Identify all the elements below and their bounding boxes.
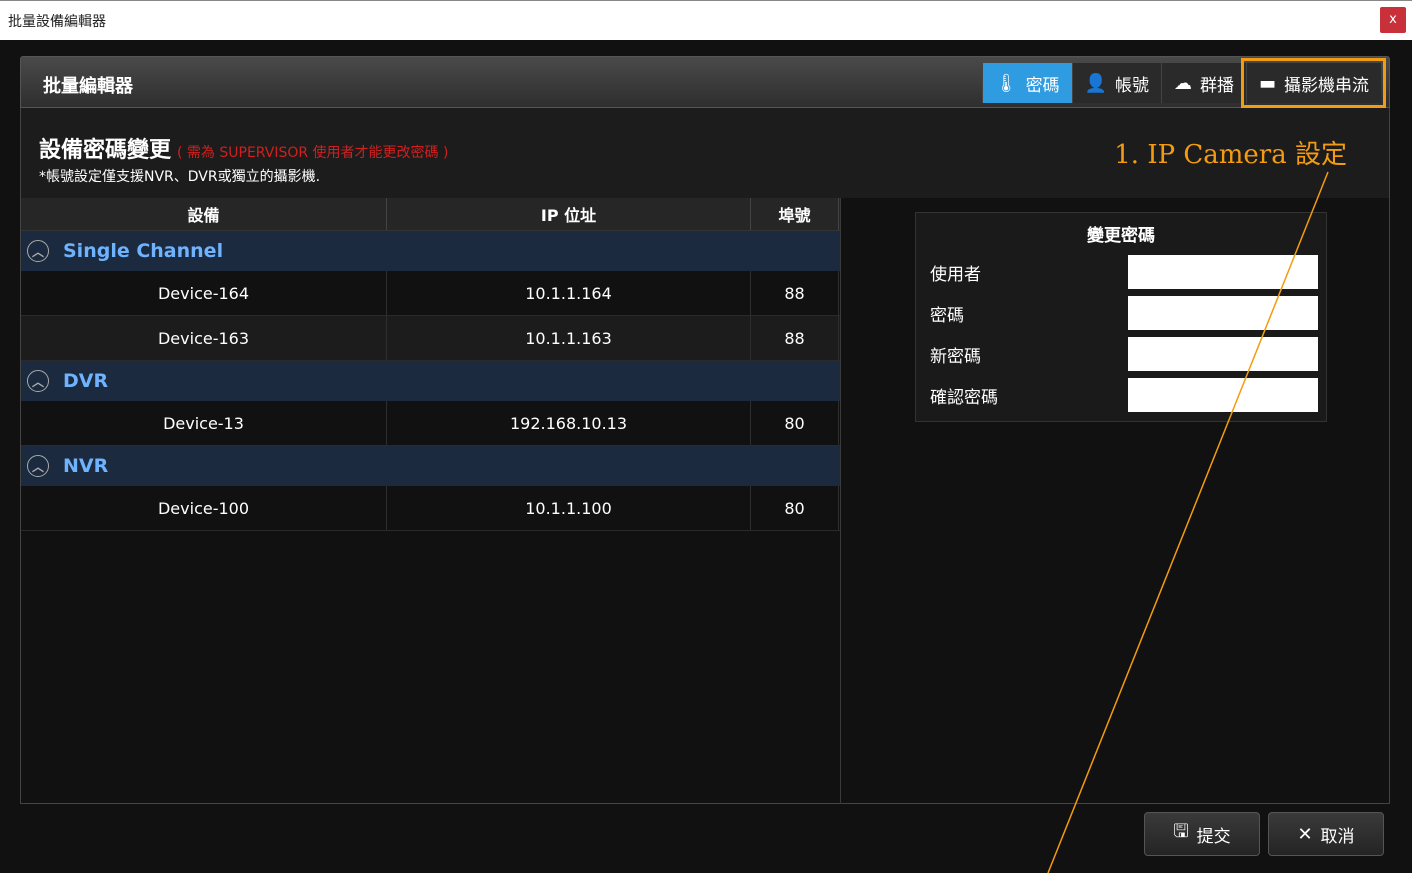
form-row-password: 密碼 bbox=[930, 296, 1320, 330]
device-cell: Device-100 bbox=[21, 486, 387, 530]
group-label: NVR bbox=[63, 455, 109, 477]
new-password-input[interactable] bbox=[1128, 337, 1318, 371]
ip-cell: 192.168.10.13 bbox=[387, 401, 751, 445]
close-icon: ✕ bbox=[1297, 823, 1313, 845]
form-row-username: 使用者 bbox=[930, 255, 1320, 289]
collapse-icon[interactable]: ︿ bbox=[27, 240, 49, 262]
tab-label: 密碼 bbox=[1025, 75, 1060, 96]
submit-label: 提交 bbox=[1196, 826, 1231, 847]
password-input[interactable] bbox=[1128, 296, 1318, 330]
panel-title: 批量編輯器 bbox=[43, 76, 133, 97]
camera-stream-icon: ▬ bbox=[1258, 72, 1276, 94]
thermometer-icon: 🌡 bbox=[994, 72, 1018, 94]
user-icon: 👤 bbox=[1084, 72, 1107, 94]
form-row-confirm-password: 確認密碼 bbox=[930, 378, 1320, 412]
tab-bar: 🌡 密碼 👤 帳號 ☁ 群播 ▬ 攝影機串流 bbox=[981, 58, 1387, 108]
section-heading: 設備密碼變更 ( 需為 SUPERVISOR 使用者才能更改密碼 ) bbox=[39, 132, 448, 164]
tab-label: 攝影機串流 bbox=[1284, 75, 1369, 96]
column-port[interactable]: 埠號 bbox=[751, 198, 839, 230]
section-header: 設備密碼變更 ( 需為 SUPERVISOR 使用者才能更改密碼 ) *帳號設定僅… bbox=[20, 108, 1390, 198]
column-ip[interactable]: IP 位址 bbox=[387, 198, 751, 230]
group-label: DVR bbox=[63, 370, 109, 392]
new-password-label: 新密碼 bbox=[930, 346, 981, 367]
change-password-form: 變更密碼 使用者 密碼 新密碼 確認密碼 bbox=[915, 212, 1327, 422]
section-title: 設備密碼變更 bbox=[39, 138, 172, 163]
tab-multicast[interactable]: ☁ 群播 bbox=[1160, 63, 1246, 103]
window-title: 批量設備編輯器 bbox=[8, 14, 106, 30]
editor-window: 批量編輯器 🌡 密碼 👤 帳號 ☁ 群播 ▬ 攝影機串流 設備密碼變更 ( 需為 … bbox=[0, 40, 1412, 873]
submit-button[interactable]: 🖫 提交 bbox=[1144, 812, 1260, 856]
confirm-password-input[interactable] bbox=[1128, 378, 1318, 412]
device-table: 設備 IP 位址 埠號 ︿ Single Channel Device-164 … bbox=[21, 198, 841, 804]
port-cell: 88 bbox=[751, 316, 839, 360]
port-cell: 80 bbox=[751, 401, 839, 445]
table-row[interactable]: Device-13 192.168.10.13 80 bbox=[21, 401, 840, 446]
device-cell: Device-163 bbox=[21, 316, 387, 360]
device-cell: Device-164 bbox=[21, 271, 387, 315]
table-row[interactable]: Device-100 10.1.1.100 80 bbox=[21, 486, 840, 531]
content-area: 設備 IP 位址 埠號 ︿ Single Channel Device-164 … bbox=[20, 198, 1390, 804]
supervisor-warning: ( 需為 SUPERVISOR 使用者才能更改密碼 ) bbox=[177, 145, 449, 161]
password-label: 密碼 bbox=[930, 305, 964, 326]
group-single-channel[interactable]: ︿ Single Channel bbox=[21, 231, 840, 271]
table-header: 設備 IP 位址 埠號 bbox=[21, 198, 840, 231]
ip-cell: 10.1.1.100 bbox=[387, 486, 751, 530]
port-cell: 88 bbox=[751, 271, 839, 315]
group-dvr[interactable]: ︿ DVR bbox=[21, 361, 840, 401]
cancel-button[interactable]: ✕ 取消 bbox=[1268, 812, 1384, 856]
tab-account[interactable]: 👤 帳號 bbox=[1071, 63, 1161, 103]
cancel-label: 取消 bbox=[1320, 826, 1355, 847]
table-row[interactable]: Device-164 10.1.1.164 88 bbox=[21, 271, 840, 316]
confirm-password-label: 確認密碼 bbox=[930, 387, 998, 408]
username-label: 使用者 bbox=[930, 264, 981, 285]
tab-camera-stream[interactable]: ▬ 攝影機串流 bbox=[1240, 58, 1387, 108]
ip-cell: 10.1.1.164 bbox=[387, 271, 751, 315]
form-title: 變更密碼 bbox=[1087, 226, 1155, 246]
collapse-icon[interactable]: ︿ bbox=[27, 455, 49, 477]
annotation-label: 1. IP Camera 設定 bbox=[1114, 140, 1347, 170]
collapse-icon[interactable]: ︿ bbox=[27, 370, 49, 392]
form-row-new-password: 新密碼 bbox=[930, 337, 1320, 371]
tab-label: 群播 bbox=[1199, 75, 1234, 96]
group-nvr[interactable]: ︿ NVR bbox=[21, 446, 840, 486]
panel-header: 批量編輯器 🌡 密碼 👤 帳號 ☁ 群播 ▬ 攝影機串流 bbox=[20, 56, 1390, 108]
save-icon: 🖫 bbox=[1173, 821, 1189, 842]
button-bar: 🖫 提交 ✕ 取消 bbox=[1136, 812, 1384, 856]
group-label: Single Channel bbox=[63, 240, 224, 262]
tab-password[interactable]: 🌡 密碼 bbox=[981, 63, 1072, 103]
ip-cell: 10.1.1.163 bbox=[387, 316, 751, 360]
title-bar: 批量設備編輯器 x bbox=[0, 0, 1412, 40]
table-row[interactable]: Device-163 10.1.1.163 88 bbox=[21, 316, 840, 361]
username-input[interactable] bbox=[1128, 255, 1318, 289]
close-button[interactable]: x bbox=[1380, 7, 1406, 33]
port-cell: 80 bbox=[751, 486, 839, 530]
column-device[interactable]: 設備 bbox=[21, 198, 387, 230]
cloud-icon: ☁ bbox=[1173, 72, 1192, 94]
tab-label: 帳號 bbox=[1114, 75, 1149, 96]
account-note: *帳號設定僅支援NVR、DVR或獨立的攝影機. bbox=[39, 169, 321, 185]
device-cell: Device-13 bbox=[21, 401, 387, 445]
